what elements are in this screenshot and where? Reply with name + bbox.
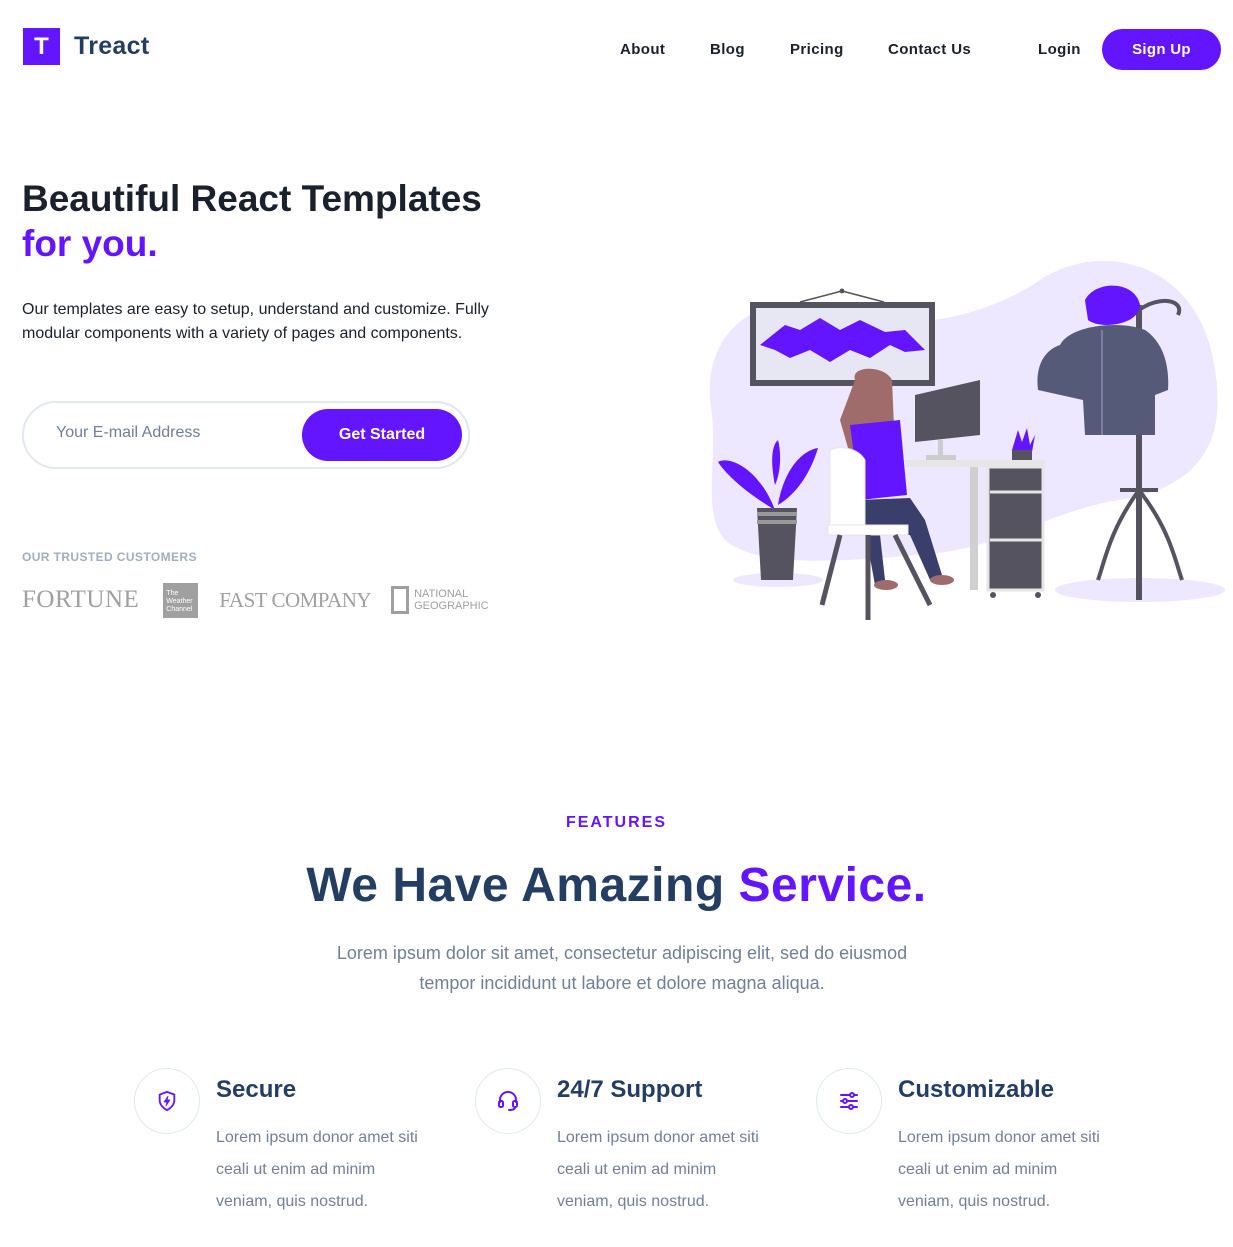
nav-link-blog[interactable]: Blog [710, 41, 745, 58]
feature-description: Lorem ipsum donor amet siti ceali ut eni… [898, 1129, 1100, 1210]
natgeo-frame-icon [391, 586, 410, 614]
hero-illustration [709, 260, 1225, 620]
national-geographic-logo: NATIONAL GEOGRAPHIC [391, 586, 489, 614]
weather-logo-line: The [166, 589, 179, 597]
nav-link-pricing[interactable]: Pricing [790, 41, 844, 58]
desk-chair [829, 447, 866, 536]
trusted-customers-label: OUR TRUSTED CUSTOMERS [22, 550, 197, 564]
shield-icon [134, 1068, 200, 1134]
feature-title: Secure [216, 1076, 297, 1103]
hero-description: Our templates are easy to setup, underst… [22, 301, 489, 342]
features-heading-main: We Have Amazing [306, 859, 725, 912]
weather-logo-line: Channel [166, 605, 193, 613]
plant-pot [757, 508, 797, 580]
natgeo-logo-line: NATIONAL [414, 588, 469, 600]
fast-company-logo: FAST COMPANY [219, 587, 372, 612]
feature-description: Lorem ipsum donor amet siti ceali ut eni… [557, 1129, 759, 1210]
headset-icon [475, 1068, 541, 1134]
features-subheading: FEATURES [565, 814, 668, 831]
weather-channel-logo: The Weather Channel [163, 582, 199, 618]
logo-mark: T [23, 28, 60, 65]
get-started-button[interactable]: Get Started [302, 409, 462, 461]
login-link[interactable]: Login [1038, 41, 1081, 58]
features-heading-accent: Service. [738, 859, 927, 912]
natgeo-logo-line: GEOGRAPHIC [414, 600, 489, 612]
features-description: Lorem ipsum dolor sit amet, consectetur … [336, 943, 908, 993]
email-input[interactable] [56, 424, 296, 442]
desk-drawers [988, 467, 1043, 590]
feature-title: Customizable [898, 1076, 1055, 1103]
features-heading: We Have Amazing Service. [0, 858, 1233, 913]
fortune-logo: FORTUNE [22, 586, 140, 613]
email-signup-form: Get Started [22, 401, 470, 469]
nav-link-contact[interactable]: Contact Us [888, 41, 971, 58]
feature-title: 24/7 Support [557, 1076, 703, 1103]
weather-logo-line: Weather [166, 597, 193, 605]
logo[interactable]: T Treact [23, 28, 149, 65]
hero-title: Beautiful React Templates for you. [22, 176, 482, 266]
customer-logos: FORTUNE The Weather Channel FAST COMPANY… [22, 582, 489, 618]
hero-title-main: Beautiful React Templates [22, 178, 482, 219]
feature-description: Lorem ipsum donor amet siti ceali ut eni… [216, 1129, 418, 1210]
sliders-icon [816, 1068, 882, 1134]
signup-button[interactable]: Sign Up [1102, 29, 1221, 70]
hero-title-accent: for you. [22, 223, 158, 264]
nav-link-about[interactable]: About [620, 41, 665, 58]
logo-text: Treact [74, 32, 150, 60]
